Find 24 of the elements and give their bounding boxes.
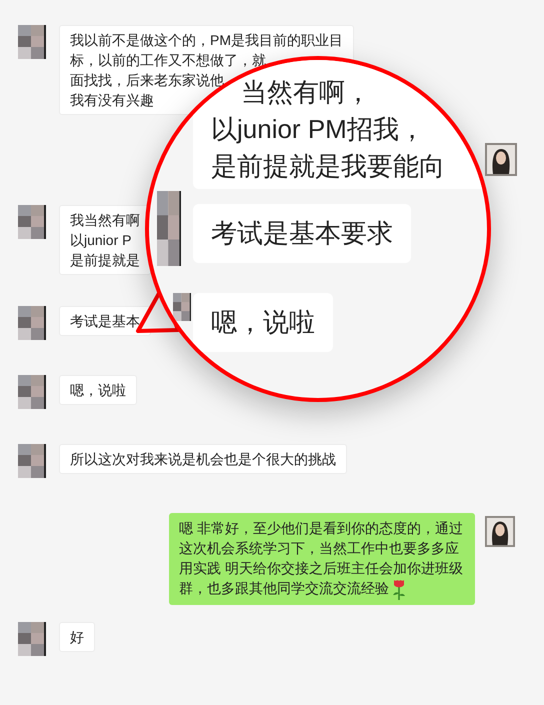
message-text: 我以前不是做这个的，PM是我目前的职业目 <box>70 31 343 50</box>
avatar <box>18 375 46 409</box>
message-text: 嗯，说啦 <box>211 306 315 339</box>
avatar <box>18 25 46 59</box>
message-text: 以junior PM招我， <box>211 113 425 146</box>
message-text: 以junior P <box>70 231 132 250</box>
message-text: 考试是基本要求 <box>211 217 393 250</box>
avatar <box>173 293 191 321</box>
message-text: 是前提就是 <box>70 251 140 270</box>
message-text: 考试是基本 <box>70 312 140 331</box>
message-text: 当然有啊， <box>241 76 371 109</box>
avatar <box>18 205 46 239</box>
message-text: 好 <box>70 628 84 648</box>
avatar <box>485 143 517 176</box>
message-text: 所以这次对我来说是机会也是个很大的挑战 <box>70 450 336 469</box>
message-text: 我当然有啊 <box>70 211 140 230</box>
message-text: 嗯，说啦 <box>70 381 126 400</box>
avatar <box>18 444 46 478</box>
message-text: 我有没有兴趣 <box>70 91 154 110</box>
avatar <box>18 622 46 656</box>
message-text: 是前提就是我要能向 <box>211 150 445 183</box>
avatar <box>485 515 515 548</box>
message-text: 嗯 非常好，至少他们是看到你的态度的，通过这次机会系统学习下，当然工作中也要多多应用实践 明天给你交接之后班主任会加你进班级群，也多跟其他同学交流交流经验 <box>179 518 465 600</box>
avatar <box>18 306 46 340</box>
